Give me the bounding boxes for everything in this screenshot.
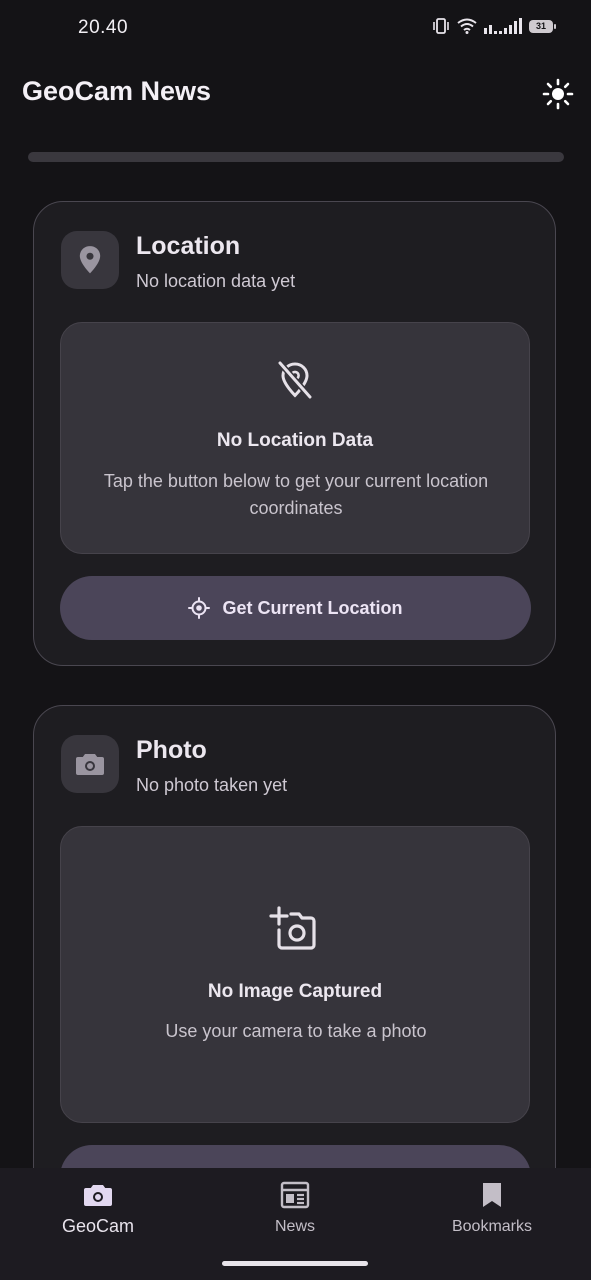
wifi-icon xyxy=(457,18,477,34)
get-location-button[interactable]: Get Current Location xyxy=(60,576,531,640)
location-pin-icon xyxy=(61,231,119,289)
status-bar: 20.40 31 xyxy=(0,0,591,56)
newspaper-icon xyxy=(280,1181,310,1209)
photo-empty-title: No Image Captured xyxy=(207,981,383,1002)
home-indicator xyxy=(222,1261,368,1266)
nav-item-news[interactable]: News xyxy=(220,1180,370,1236)
get-location-label: Get Current Location xyxy=(222,597,403,618)
photo-empty-desc: Use your camera to take a photo xyxy=(165,1021,427,1041)
camera-icon xyxy=(61,735,119,793)
sun-icon xyxy=(542,78,574,110)
nav-item-bookmarks[interactable]: Bookmarks xyxy=(417,1180,567,1236)
location-empty-state: No Location Data Tap the button below to… xyxy=(60,322,530,554)
nav-item-geocam[interactable]: GeoCam xyxy=(23,1180,173,1237)
theme-toggle-button[interactable] xyxy=(538,74,578,114)
battery-icon: 31 xyxy=(529,19,556,33)
photo-title: Photo xyxy=(136,736,207,764)
location-empty-title: No Location Data xyxy=(216,430,374,451)
status-time: 20.40 xyxy=(78,17,129,38)
photo-empty-state: No Image Captured Use your camera to tak… xyxy=(60,826,530,1123)
nav-label-bookmarks: Bookmarks xyxy=(451,1218,533,1235)
location-subtitle: No location data yet xyxy=(136,271,296,291)
location-empty-desc: Tap the button below to get your current… xyxy=(103,471,489,518)
app-bar: GeoCam News xyxy=(0,56,591,134)
signal-icon xyxy=(484,18,522,34)
gps-target-icon xyxy=(188,597,211,619)
location-title: Location xyxy=(136,232,241,260)
camera-icon xyxy=(84,1185,112,1206)
app-title: GeoCam News xyxy=(22,76,212,106)
status-icons: 31 xyxy=(432,18,556,34)
bookmark-icon xyxy=(483,1183,501,1207)
location-off-icon xyxy=(277,361,313,399)
add-photo-icon xyxy=(269,906,316,950)
vibrate-icon xyxy=(433,18,449,34)
location-card: Location No location data yet No Locatio… xyxy=(33,201,556,666)
nav-label-news: News xyxy=(274,1218,315,1235)
photo-card: Photo No photo taken yet No Image Captur… xyxy=(33,705,556,1225)
scroll-indicator xyxy=(28,152,564,162)
photo-subtitle: No photo taken yet xyxy=(136,775,288,795)
nav-label-geocam: GeoCam xyxy=(61,1216,135,1236)
